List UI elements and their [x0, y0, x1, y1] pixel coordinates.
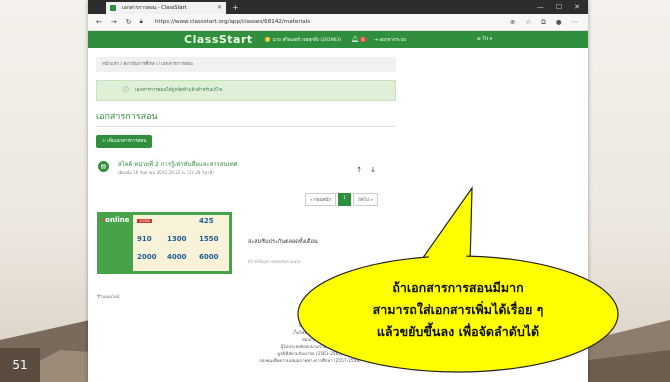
- callout-line: ถ้าเอกสารการสอนมีมาก: [392, 280, 524, 295]
- callout-line: แล้วขยับขึ้นลง เพื่อจัดลำดับได้: [376, 324, 540, 339]
- ad-logo: conline: [101, 216, 130, 224]
- pagination-prev[interactable]: « ก่อนหน้า: [305, 193, 337, 206]
- move-up-arrow-icon[interactable]: ↑: [356, 166, 362, 174]
- material-title[interactable]: สไลด์ หน่วยที่ 2 การรู้เท่าทันสื่อและสาร…: [118, 159, 237, 169]
- tab-close-icon[interactable]: ✕: [217, 2, 222, 14]
- forward-icon[interactable]: →: [111, 18, 117, 26]
- material-meta: เพิ่มเมื่อ 16 กันยายน 2022 20:22 น. (1s …: [118, 170, 214, 175]
- address-bar-row: ← → ↻ 🔒︎ https://www.classstart.org/app/…: [88, 14, 588, 31]
- pagination-next[interactable]: ถัดไป »: [353, 193, 379, 206]
- brand-logo[interactable]: ClassStart: [184, 33, 253, 46]
- language-menu[interactable]: ⊕ TH ▾: [477, 37, 492, 42]
- collections-icon[interactable]: ⧉: [541, 18, 546, 27]
- footer-line: มูลนิธิสยามกัมมาจล (2561-2563): [277, 352, 343, 357]
- url-field[interactable]: https://www.classstart.org/app/classes/6…: [155, 19, 310, 25]
- browser-titlebar: เอกสารการสอน - ClassStart ✕ + — ☐ ✕: [88, 0, 588, 14]
- maximize-button[interactable]: ☐: [556, 3, 562, 11]
- ad-caption: รีวิวออนไลน์: [97, 294, 120, 299]
- ad-headline: สะสมชิบประกันตลอดทั้งเดือน: [248, 239, 318, 245]
- callout-line: สามารถใส่เอกสารเพิ่มได้เรื่อย ๆ: [372, 302, 544, 317]
- move-down-arrow-icon[interactable]: ↓: [370, 166, 376, 174]
- info-icon: ⓘ: [123, 87, 130, 94]
- back-icon[interactable]: ←: [96, 18, 102, 26]
- user-name: นาย สกิลเลอร์ เจอทุกสิ่ง (201903): [272, 38, 342, 43]
- user-menu[interactable]: นาย สกิลเลอร์ เจอทุกสิ่ง (201903): [264, 36, 342, 43]
- ad-price: 4000: [167, 253, 187, 261]
- browser-tab[interactable]: เอกสารการสอน - ClassStart ✕: [106, 2, 226, 14]
- footer-line: ผู้ไม่ประสงค์ออกนามร่วมกันการ: [280, 345, 340, 350]
- profile-avatar-icon[interactable]: ●: [556, 18, 562, 27]
- notification-badge: 0: [359, 37, 367, 42]
- logout-link[interactable]: ⇥ ออกจากระบบ: [374, 36, 406, 43]
- refresh-icon[interactable]: ↻: [126, 18, 132, 26]
- alert-text: เอกสารการสอนได้ถูกจัดทำแล้วสำหรับแก้ไข: [135, 88, 222, 93]
- ad-subtext: มีรายได้ทุกการตอบรับตามหน้า: [248, 259, 302, 264]
- app-navbar: ClassStart นาย สกิลเลอร์ เจอทุกสิ่ง (201…: [88, 31, 588, 48]
- pagination: « ก่อนหน้า 1 ถัดไป »: [305, 193, 379, 206]
- ad-price-box: 10000 425 910 1300 1550 2000 4000 6000: [133, 215, 229, 271]
- favorite-star-icon[interactable]: ☆: [525, 18, 531, 27]
- minimize-button[interactable]: —: [537, 3, 544, 11]
- menu-dots-icon[interactable]: ⋯: [572, 18, 579, 27]
- callout-text: ถ้าเอกสารการสอนมีมาก สามารถใส่เอกสารเพิ่…: [323, 277, 593, 343]
- advertisement-banner[interactable]: conline 10000 425 910 1300 1550 2000 400…: [97, 212, 232, 274]
- lock-icon: 🔒︎: [139, 18, 143, 25]
- zoom-icon[interactable]: ⊕: [510, 18, 515, 27]
- breadcrumb[interactable]: หน้าแรก / สถาบันการศึกษา / เอกสารการสอน: [96, 57, 396, 72]
- footer-line: กองทุนเพื่อความเสมอภาคทางการศึกษา (2557-…: [259, 359, 361, 364]
- close-window-button[interactable]: ✕: [574, 3, 580, 11]
- success-alert: ⓘ เอกสารการสอนได้ถูกจัดทำแล้วสำหรับแก้ไข: [96, 80, 396, 101]
- add-material-button[interactable]: + เพิ่มเอกสารการสอน: [96, 135, 153, 148]
- window-controls: — ☐ ✕: [537, 3, 580, 11]
- classstart-favicon-icon: [110, 5, 116, 11]
- ad-price: 425: [199, 217, 214, 225]
- ad-price: 910: [137, 235, 152, 243]
- page-title: เอกสารการสอน: [96, 109, 396, 127]
- ad-price: 6000: [199, 253, 219, 261]
- ad-price: 1550: [199, 235, 219, 243]
- ad-price: 2000: [137, 253, 157, 261]
- document-icon: ▤: [98, 161, 109, 172]
- ad-chip: 10000: [137, 219, 153, 223]
- bell-icon[interactable]: 🔔︎ 0: [351, 36, 367, 43]
- material-list-item[interactable]: ▤ สไลด์ หน่วยที่ 2 การรู้เท่าทันสื่อและส…: [96, 158, 396, 184]
- new-tab-button[interactable]: +: [232, 3, 239, 12]
- slide-number: 51: [12, 358, 28, 372]
- tab-title: เอกสารการสอน - ClassStart: [122, 5, 187, 11]
- user-avatar-icon: [264, 37, 270, 42]
- pagination-current[interactable]: 1: [338, 193, 352, 206]
- ad-price: 1300: [167, 235, 187, 243]
- page-content: หน้าแรก / สถาบันการศึกษา / เอกสารการสอน …: [96, 47, 396, 184]
